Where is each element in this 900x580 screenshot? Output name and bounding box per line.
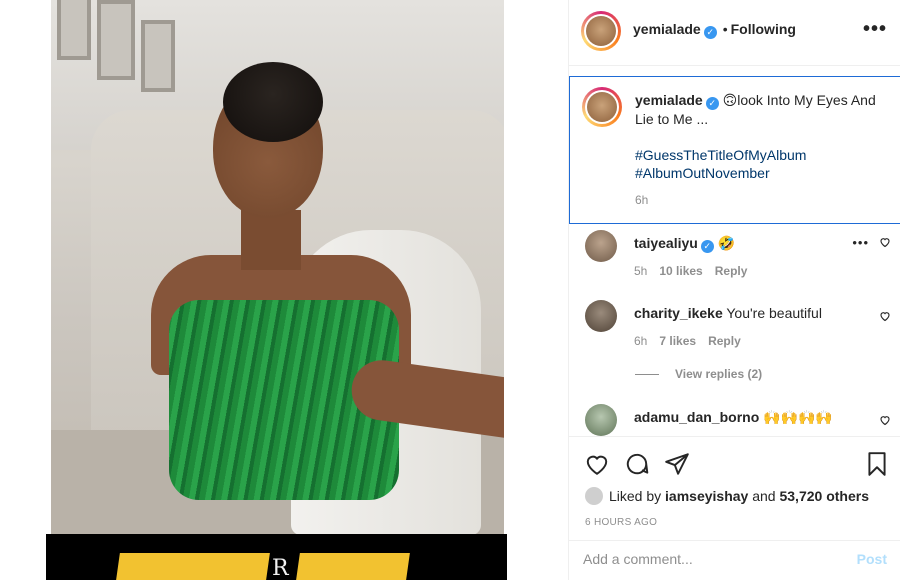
view-replies-button[interactable]: View replies (2): [635, 367, 762, 381]
username-link[interactable]: adamu_dan_borno: [634, 409, 759, 425]
verified-icon: ✓: [700, 240, 714, 253]
post-media-area: R: [0, 0, 568, 580]
photo-neck: [241, 210, 301, 270]
comment-item: adamu_dan_borno 🙌🙌🙌🙌: [569, 404, 900, 436]
like-comment-icon[interactable]: [879, 236, 891, 251]
reply-button[interactable]: Reply: [715, 264, 748, 278]
comment-options-icon[interactable]: •••: [852, 235, 869, 250]
like-comment-icon[interactable]: [879, 414, 891, 429]
username-link[interactable]: taiyealiyu: [634, 235, 698, 251]
avatar[interactable]: [585, 300, 617, 332]
avatar[interactable]: [585, 404, 617, 436]
caption: yemialade ✓ 🙃look Into My Eyes And Lie to…: [569, 76, 900, 224]
post-photo[interactable]: [51, 0, 504, 535]
post-header: yemialade ✓ • Following •••: [569, 0, 900, 66]
verified-icon: ✓: [703, 26, 717, 39]
comment-time[interactable]: 6h: [634, 334, 647, 348]
caption-emoji: 🙃: [722, 92, 738, 108]
comment-bubble-icon[interactable]: [624, 451, 650, 477]
verified-icon: ✓: [705, 97, 719, 110]
comment-meta: 6h 7 likes Reply: [634, 334, 753, 348]
username-link[interactable]: charity_ikeke: [634, 305, 723, 321]
avatar[interactable]: [582, 87, 622, 127]
hashtag-link[interactable]: #GuessTheTitleOfMyAlbum: [635, 146, 890, 164]
username-link[interactable]: iamseyishay: [665, 488, 748, 504]
banner-text: R: [272, 556, 289, 580]
post-side-panel: yemialade ✓ • Following ••• yemialade ✓ 🙃loo…: [568, 0, 900, 580]
header-user-line: yemialade ✓ • Following: [633, 21, 796, 39]
liked-by-and: and: [752, 488, 776, 504]
username-link[interactable]: yemialade: [633, 21, 701, 37]
add-comment-input[interactable]: [583, 551, 833, 567]
replies-divider: [635, 374, 659, 376]
photo-frame: [57, 0, 91, 60]
comment-likes[interactable]: 10 likes: [659, 264, 702, 278]
photo-frame: [97, 0, 135, 80]
comment-body: You're beautiful: [726, 305, 822, 321]
post-timestamp[interactable]: 6 HOURS AGO: [585, 517, 657, 528]
more-options-icon[interactable]: •••: [863, 18, 887, 41]
comment-likes[interactable]: 7 likes: [659, 334, 696, 348]
banner-highlight: [296, 553, 410, 580]
add-comment-bar: Post: [569, 540, 900, 580]
separator-dot: •: [722, 21, 728, 37]
comment-text: taiyealiyu ✓ 🤣: [634, 234, 854, 253]
following-button[interactable]: Following: [731, 21, 796, 37]
post-comment-button[interactable]: Post: [857, 551, 887, 567]
reply-button[interactable]: Reply: [708, 334, 741, 348]
banner-highlight: [116, 553, 270, 580]
caption-timestamp[interactable]: 6h: [635, 193, 648, 207]
photo-frame: [141, 20, 175, 92]
like-heart-icon[interactable]: [584, 451, 610, 477]
photo-hair: [223, 62, 323, 142]
view-replies-label: View replies (2): [675, 367, 763, 381]
save-bookmark-icon[interactable]: [864, 451, 890, 477]
avatar[interactable]: [585, 230, 617, 262]
comment-meta: 5h 10 likes Reply: [634, 264, 759, 278]
comment-text: adamu_dan_borno 🙌🙌🙌🙌: [634, 408, 854, 426]
avatar[interactable]: [581, 11, 621, 51]
liked-by-prefix: Liked by: [609, 488, 662, 504]
comment-text: charity_ikeke You're beautiful: [634, 304, 854, 322]
liked-by-line: Liked by iamseyishay and 53,720 others: [585, 487, 869, 505]
comment-time[interactable]: 5h: [634, 264, 647, 278]
likes-count-link[interactable]: 53,720 others: [779, 488, 869, 504]
username-link[interactable]: yemialade: [635, 92, 703, 108]
comment-body: 🙌🙌🙌🙌: [763, 409, 833, 425]
avatar[interactable]: [585, 487, 603, 505]
post-actions: Liked by iamseyishay and 53,720 others 6…: [569, 436, 900, 546]
hashtag-link[interactable]: #AlbumOutNovember: [635, 164, 890, 182]
share-plane-icon[interactable]: [664, 451, 690, 477]
caption-text: yemialade ✓ 🙃look Into My Eyes And Lie to…: [635, 91, 890, 182]
like-comment-icon[interactable]: [879, 310, 891, 325]
comment-body: 🤣: [717, 235, 736, 251]
